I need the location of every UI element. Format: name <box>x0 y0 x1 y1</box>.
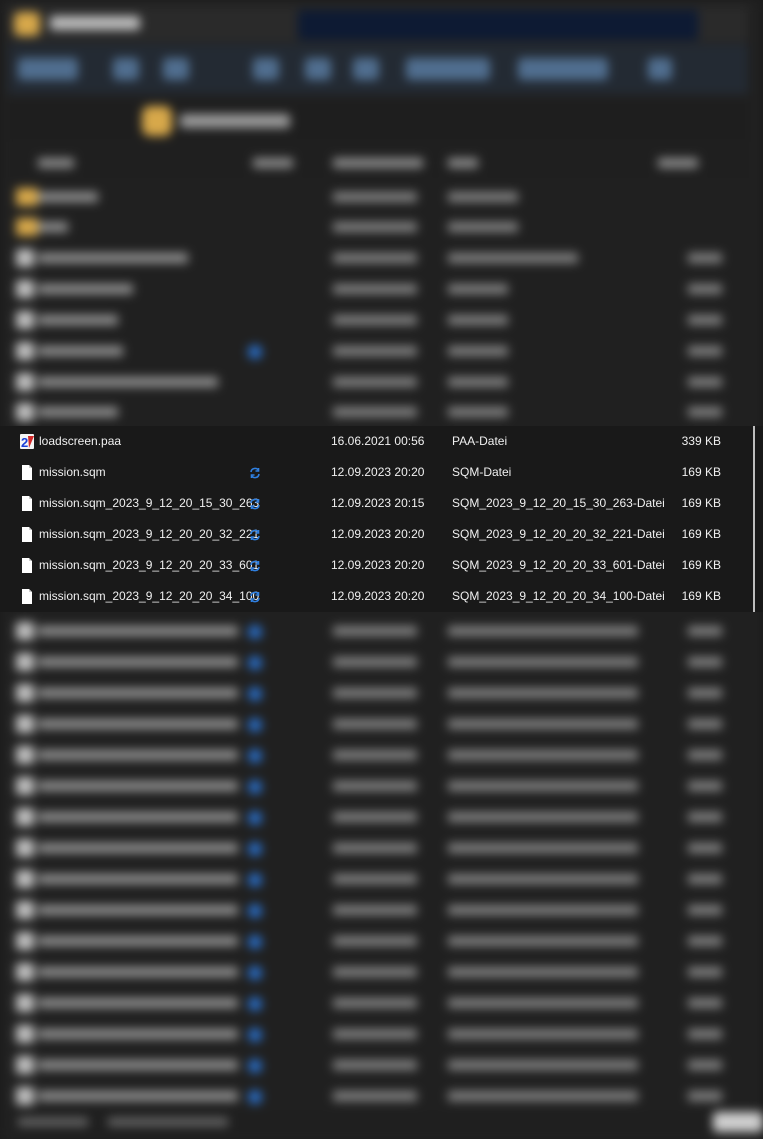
sync-icon <box>250 529 260 541</box>
file-type: SQM_2023_9_12_20_15_30_263-Datei <box>452 496 665 510</box>
file-date: 12.09.2023 20:20 <box>331 589 425 603</box>
list-item[interactable] <box>8 771 748 802</box>
sync-icon <box>250 560 260 572</box>
scrollbar[interactable] <box>753 426 755 612</box>
list-item[interactable] <box>8 864 748 895</box>
file-row-backup-1[interactable]: mission.sqm_2023_9_12_20_15_30_263 12.09… <box>0 488 750 519</box>
file-row-loadscreen[interactable]: 2 loadscreen.paa 16.06.2021 00:56 PAA-Da… <box>0 426 750 457</box>
column-type-header[interactable] <box>448 158 478 168</box>
file-row-backup-4[interactable]: mission.sqm_2023_9_12_20_20_34_100 12.09… <box>0 581 750 612</box>
list-item[interactable] <box>8 1019 748 1050</box>
address-path[interactable] <box>180 114 290 128</box>
file-row-backup-3[interactable]: mission.sqm_2023_9_12_20_20_33_601 12.09… <box>0 550 750 581</box>
list-item[interactable] <box>8 895 748 926</box>
list-item[interactable] <box>8 833 748 864</box>
list-item[interactable] <box>8 616 748 647</box>
list-item[interactable] <box>8 1050 748 1081</box>
ribbon-button[interactable] <box>163 58 189 80</box>
ribbon-button[interactable] <box>353 58 379 80</box>
file-name: mission.sqm_2023_9_12_20_20_34_100 <box>39 589 260 603</box>
file-name: mission.sqm_2023_9_12_20_20_32_221 <box>39 527 260 541</box>
file-name: mission.sqm_2023_9_12_20_15_30_263 <box>39 496 260 510</box>
file-row-backup-2[interactable]: mission.sqm_2023_9_12_20_20_32_221 12.09… <box>0 519 750 550</box>
document-icon <box>22 496 32 511</box>
ribbon-button[interactable] <box>113 58 139 80</box>
file-type: PAA-Datei <box>452 434 508 448</box>
file-size: 169 KB <box>681 589 721 603</box>
column-header <box>8 148 748 178</box>
list-item[interactable] <box>8 678 748 709</box>
document-icon <box>22 558 32 573</box>
file-row-mission-sqm[interactable]: mission.sqm 12.09.2023 20:20 SQM-Datei 1… <box>0 457 750 488</box>
ribbon-button[interactable] <box>648 58 672 80</box>
file-date: 12.09.2023 20:20 <box>331 527 425 541</box>
ribbon-button[interactable] <box>253 58 279 80</box>
list-item[interactable] <box>8 274 748 305</box>
file-name: mission.sqm <box>39 465 106 479</box>
sync-icon <box>250 591 260 603</box>
file-list-focus: 2 loadscreen.paa 16.06.2021 00:56 PAA-Da… <box>0 426 763 612</box>
file-date: 12.09.2023 20:20 <box>331 558 425 572</box>
file-name: loadscreen.paa <box>39 434 122 448</box>
file-date: 12.09.2023 20:20 <box>331 465 425 479</box>
list-item[interactable] <box>8 647 748 678</box>
ribbon-button[interactable] <box>406 58 490 80</box>
list-item[interactable] <box>8 182 748 213</box>
file-size: 169 KB <box>681 465 721 479</box>
file-type: SQM_2023_9_12_20_20_34_100-Datei <box>452 589 665 603</box>
file-size: 169 KB <box>681 527 721 541</box>
window-title <box>50 16 140 30</box>
folder-icon <box>142 106 172 136</box>
list-item[interactable] <box>8 802 748 833</box>
title-bar <box>8 6 748 42</box>
sync-icon <box>250 467 260 479</box>
file-date: 16.06.2021 00:56 <box>331 434 425 448</box>
svg-text:2: 2 <box>21 435 28 450</box>
list-item[interactable] <box>8 336 748 367</box>
file-size: 169 KB <box>681 558 721 572</box>
column-status-header[interactable] <box>253 158 293 168</box>
document-icon <box>22 527 32 542</box>
list-item[interactable] <box>8 212 748 243</box>
ribbon-button[interactable] <box>305 58 331 80</box>
list-item[interactable] <box>8 740 748 771</box>
list-item[interactable] <box>8 243 748 274</box>
toolbar-ribbon <box>8 44 748 94</box>
address-bar <box>8 100 748 142</box>
list-item[interactable] <box>8 926 748 957</box>
sync-icon <box>250 498 260 510</box>
ribbon-button[interactable] <box>518 58 608 80</box>
column-name-header[interactable] <box>38 158 74 168</box>
list-item[interactable] <box>8 709 748 740</box>
list-item[interactable] <box>8 397 748 428</box>
column-size-header[interactable] <box>658 158 698 168</box>
list-item[interactable] <box>8 957 748 988</box>
list-item[interactable] <box>8 1081 748 1112</box>
file-size: 169 KB <box>681 496 721 510</box>
file-type: SQM_2023_9_12_20_20_32_221-Datei <box>452 527 665 541</box>
list-item[interactable] <box>8 367 748 398</box>
status-bar <box>8 1110 763 1134</box>
list-item[interactable] <box>8 988 748 1019</box>
file-date: 12.09.2023 20:15 <box>331 496 425 510</box>
document-icon <box>22 465 32 480</box>
file-type: SQM-Datei <box>452 465 512 479</box>
file-size: 339 KB <box>681 434 721 448</box>
list-item[interactable] <box>8 305 748 336</box>
folder-icon <box>14 12 40 36</box>
paa-image-icon: 2 <box>20 434 34 450</box>
title-bar-band <box>298 10 698 40</box>
file-type: SQM_2023_9_12_20_20_33_601-Datei <box>452 558 665 572</box>
column-date-header[interactable] <box>333 158 423 168</box>
file-name: mission.sqm_2023_9_12_20_20_33_601 <box>39 558 260 572</box>
view-toggle-button[interactable] <box>713 1112 763 1132</box>
ribbon-button[interactable] <box>18 58 78 80</box>
document-icon <box>22 589 32 604</box>
